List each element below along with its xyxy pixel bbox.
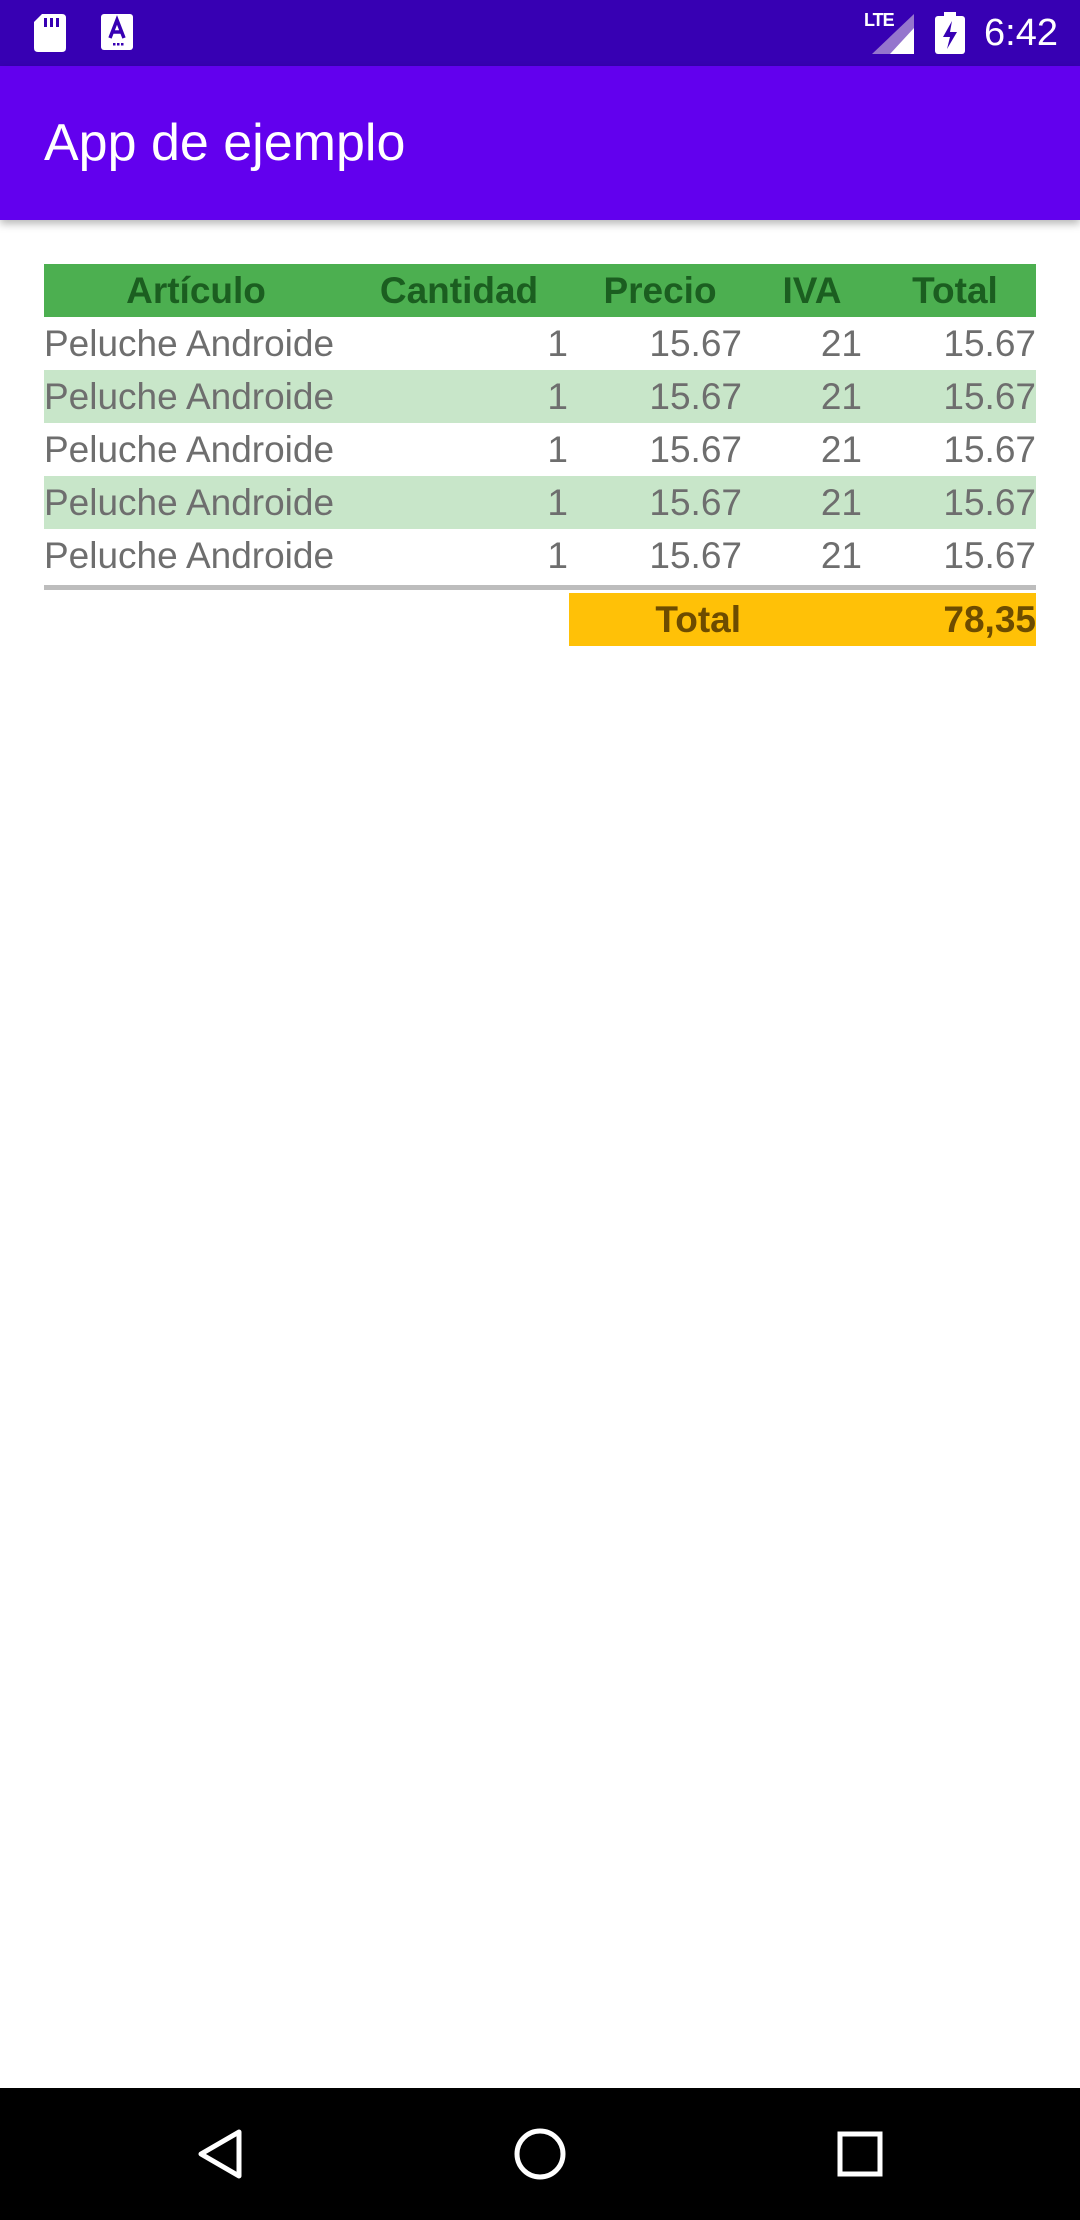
cell-articulo: Peluche Androide: [44, 323, 335, 364]
cell-precio: 15.67: [649, 376, 742, 417]
back-icon[interactable]: [187, 2121, 253, 2187]
total-label: Total: [655, 599, 741, 640]
cell-articulo: Peluche Androide: [44, 376, 335, 417]
header-precio: Precio: [603, 270, 717, 311]
table-header: Artículo Cantidad Precio IVA Total: [44, 264, 1036, 317]
cell-cantidad: 1: [547, 429, 568, 470]
cell-total: 15.67: [943, 376, 1036, 417]
home-icon[interactable]: [507, 2121, 573, 2187]
total-summary-box: Total 78,35: [569, 593, 1036, 646]
cell-cantidad: 1: [547, 323, 568, 364]
cell-precio: 15.67: [649, 323, 742, 364]
cell-cantidad: 1: [547, 376, 568, 417]
navigation-bar: [0, 2088, 1080, 2220]
cell-articulo: Peluche Androide: [44, 535, 335, 576]
cell-iva: 21: [820, 323, 862, 364]
table-row: Peluche Androide 1 15.67 21 15.67: [44, 317, 1036, 370]
sd-card-icon: [34, 14, 66, 52]
cell-articulo: Peluche Androide: [44, 482, 335, 523]
table-row: Peluche Androide 1 15.67 21 15.67: [44, 370, 1036, 423]
app-bar: App de ejemplo: [0, 66, 1080, 220]
battery-charging-icon: [935, 12, 965, 54]
cell-iva: 21: [820, 376, 862, 417]
cell-total: 15.67: [943, 323, 1036, 364]
table-divider: [44, 585, 1036, 590]
total-row: Total 78,35: [44, 593, 1036, 646]
header-articulo: Artículo: [126, 270, 266, 311]
cell-iva: 21: [820, 482, 862, 523]
cell-total: 15.67: [943, 535, 1036, 576]
cell-precio: 15.67: [649, 535, 742, 576]
cell-iva: 21: [820, 535, 862, 576]
header-total: Total: [912, 270, 998, 311]
clock: 6:42: [984, 12, 1058, 54]
signal-icon: [872, 14, 914, 54]
table-row: Peluche Androide 1 15.67 21 15.67: [44, 529, 1036, 582]
table-row: Peluche Androide 1 15.67 21 15.67: [44, 476, 1036, 529]
cell-total: 15.67: [943, 482, 1036, 523]
cell-total: 15.67: [943, 429, 1036, 470]
app-title: App de ejemplo: [44, 114, 406, 172]
recent-apps-icon[interactable]: [827, 2121, 893, 2187]
table-row: Peluche Androide 1 15.67 21 15.67: [44, 423, 1036, 476]
header-cantidad: Cantidad: [379, 270, 539, 311]
status-bar: LTE 6:42: [0, 0, 1080, 66]
cell-precio: 15.67: [649, 482, 742, 523]
cell-iva: 21: [820, 429, 862, 470]
cell-articulo: Peluche Androide: [44, 429, 335, 470]
invoice-table: Artículo Cantidad Precio IVA Total Peluc…: [44, 264, 1036, 646]
cell-cantidad: 1: [547, 482, 568, 523]
total-value: 78,35: [943, 599, 1036, 640]
header-iva: IVA: [782, 270, 842, 311]
cell-precio: 15.67: [649, 429, 742, 470]
adb-icon: [101, 14, 133, 50]
cell-cantidad: 1: [547, 535, 568, 576]
